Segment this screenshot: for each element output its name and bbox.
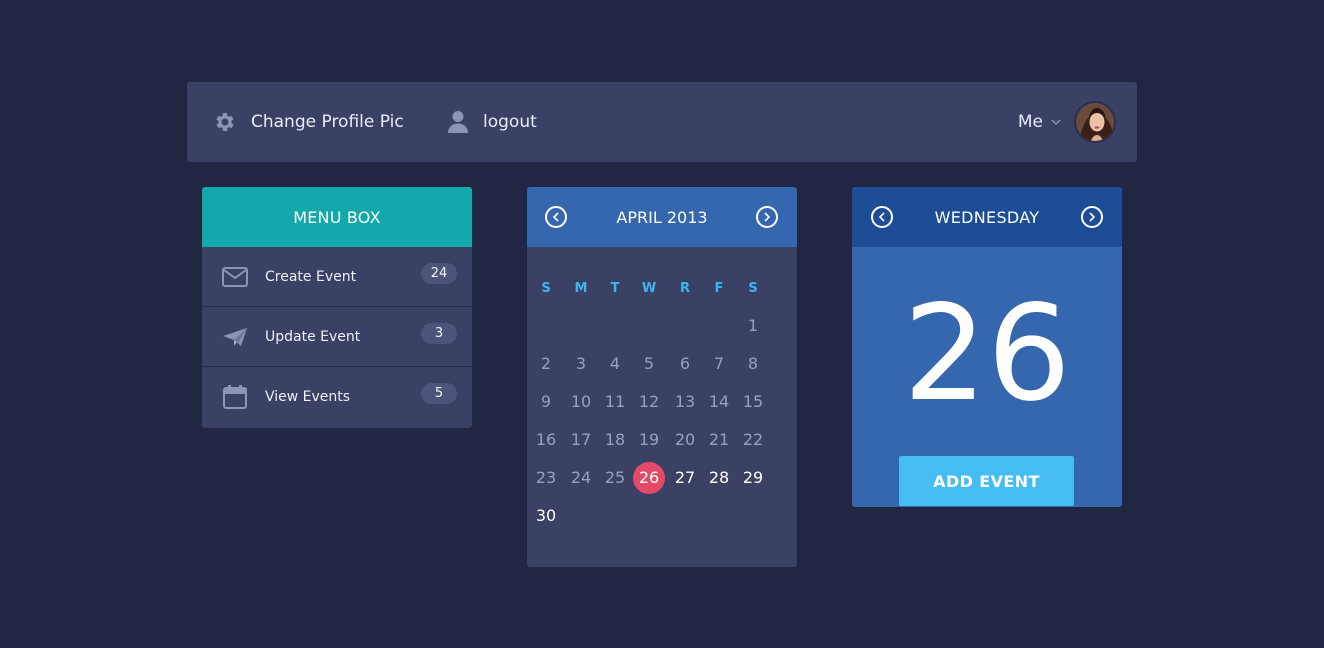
menu-box-title: MENU BOX: [293, 207, 381, 227]
calendar-day[interactable]: 13: [669, 386, 701, 418]
calendar-day[interactable]: 7: [703, 348, 735, 380]
avatar[interactable]: [1074, 101, 1116, 143]
chevron-right-icon: [1089, 212, 1096, 222]
calendar-header: APRIL 2013: [527, 187, 797, 247]
calendar-day[interactable]: 17: [565, 424, 597, 456]
menu-item-update-event[interactable]: Update Event 3: [202, 307, 472, 367]
calendar-day[interactable]: 20: [669, 424, 701, 456]
weekday-header: S: [748, 281, 758, 296]
calendar-day[interactable]: 27: [669, 462, 701, 494]
calendar-icon: [222, 385, 248, 409]
calendar-day[interactable]: 30: [530, 500, 562, 532]
calendar-day[interactable]: 23: [530, 462, 562, 494]
paper-plane-icon: [222, 327, 248, 347]
user-menu-label: Me: [1017, 112, 1043, 132]
calendar-day[interactable]: 3: [565, 348, 597, 380]
change-profile-pic-link[interactable]: Change Profile Pic: [213, 82, 404, 162]
chevron-left-icon: [552, 212, 559, 222]
weekday-header: T: [610, 281, 620, 296]
next-day-button[interactable]: [1081, 206, 1103, 228]
calendar-day[interactable]: 4: [599, 348, 631, 380]
calendar-day[interactable]: 6: [669, 348, 701, 380]
chevron-left-icon: [878, 212, 885, 222]
weekday-header: M: [574, 281, 588, 296]
calendar-day[interactable]: 2: [530, 348, 562, 380]
calendar-day[interactable]: 11: [599, 386, 631, 418]
change-profile-pic-label: Change Profile Pic: [251, 112, 404, 132]
user-icon: [447, 110, 469, 134]
user-menu-dropdown[interactable]: Me: [1018, 82, 1061, 162]
menu-item-label: Update Event: [265, 328, 361, 345]
calendar-day[interactable]: 9: [530, 386, 562, 418]
weekday-label: WEDNESDAY: [934, 207, 1040, 227]
chevron-right-icon: [764, 212, 771, 222]
calendar-day[interactable]: 8: [737, 348, 769, 380]
add-event-button[interactable]: ADD EVENT: [899, 456, 1074, 506]
menu-item-label: Create Event: [265, 268, 357, 285]
calendar-day[interactable]: 19: [633, 424, 665, 456]
calendar-day[interactable]: 10: [565, 386, 597, 418]
next-month-button[interactable]: [756, 206, 778, 228]
calendar-day[interactable]: 5: [633, 348, 665, 380]
logout-label: logout: [483, 112, 537, 132]
count-badge: 24: [421, 263, 457, 284]
weekday-header: R: [679, 281, 690, 296]
weekday-header: S: [541, 281, 551, 296]
previous-month-button[interactable]: [545, 206, 567, 228]
calendar-day[interactable]: 21: [703, 424, 735, 456]
calendar-day[interactable]: 29: [737, 462, 769, 494]
menu-item-label: View Events: [265, 389, 351, 405]
top-bar: Change Profile Pic logout Me: [187, 82, 1137, 162]
calendar-month-label: APRIL 2013: [616, 207, 708, 227]
calendar-day[interactable]: 28: [703, 462, 735, 494]
chevron-down-icon: [1051, 118, 1061, 126]
previous-day-button[interactable]: [871, 206, 893, 228]
count-badge: 5: [421, 383, 457, 404]
calendar-day[interactable]: 18: [599, 424, 631, 456]
menu-item-view-events[interactable]: View Events 5: [202, 367, 472, 427]
day-panel: WEDNESDAY 26 ADD EVENT: [852, 187, 1122, 507]
gear-icon: [213, 110, 237, 134]
calendar-day[interactable]: 1: [737, 310, 769, 342]
calendar-day[interactable]: 12: [633, 386, 665, 418]
calendar-day[interactable]: 14: [703, 386, 735, 418]
month-calendar: APRIL 2013 S M T W R F S 1 2 3 4 5 6 7 8 9 10 11 12 13 14 15 1…: [527, 187, 797, 567]
envelope-icon: [222, 266, 248, 287]
menu-box: MENU BOX Create Event 24 Update Event 3: [202, 187, 472, 428]
calendar-day[interactable]: 22: [737, 424, 769, 456]
weekday-header: W: [641, 281, 657, 296]
menu-box-header: MENU BOX: [202, 187, 472, 247]
menu-item-create-event[interactable]: Create Event 24: [202, 247, 472, 307]
calendar-day[interactable]: 16: [530, 424, 562, 456]
calendar-day[interactable]: 25: [599, 462, 631, 494]
calendar-day[interactable]: 24: [565, 462, 597, 494]
calendar-day-selected[interactable]: 26: [633, 462, 665, 494]
count-badge: 3: [421, 323, 457, 344]
day-panel-header: WEDNESDAY: [852, 187, 1122, 247]
weekday-header: F: [714, 281, 724, 296]
calendar-day[interactable]: 15: [737, 386, 769, 418]
day-number: 26: [903, 277, 1071, 431]
logout-link[interactable]: logout: [447, 82, 537, 162]
